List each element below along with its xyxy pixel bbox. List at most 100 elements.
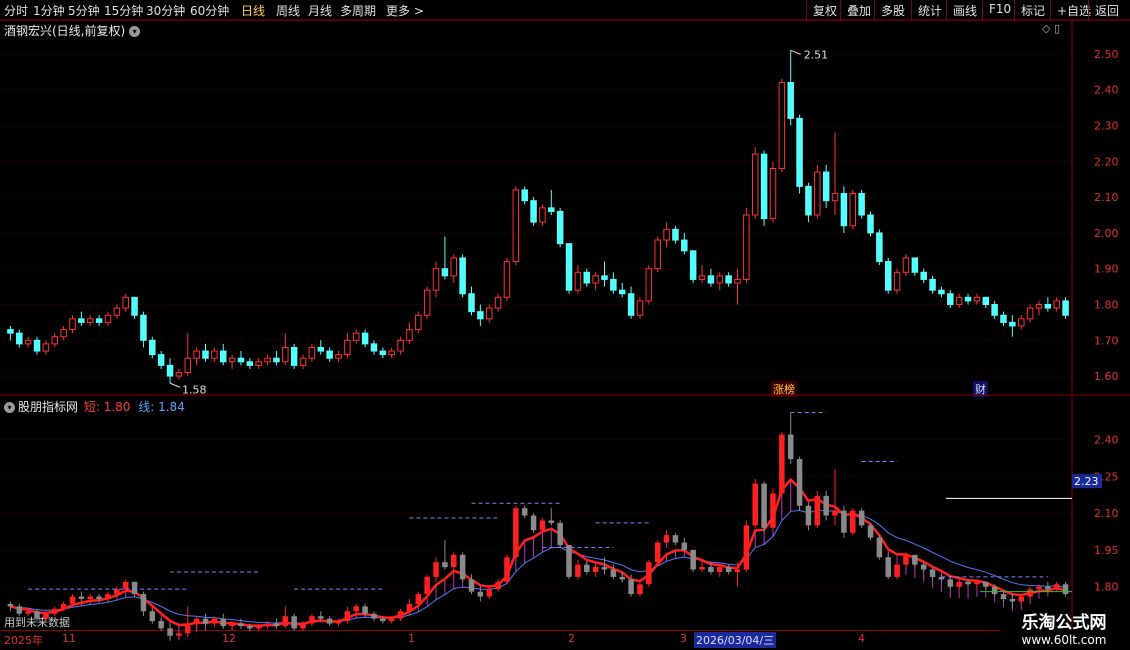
ind-candle-body (238, 623, 244, 626)
candle-body (689, 250, 697, 280)
ind-candle-body (264, 623, 271, 626)
ind-candle-body (78, 596, 85, 599)
candle-body (388, 350, 395, 356)
ind-candle-body (486, 589, 492, 597)
candle-body (1035, 304, 1043, 309)
candle-body (42, 343, 50, 352)
candle-body (95, 318, 103, 323)
candle-body (636, 300, 644, 316)
ind-candle-body (743, 525, 750, 570)
candle-body (264, 357, 271, 363)
candle-body (760, 153, 768, 220)
ind-candle-body (991, 586, 998, 595)
ind-candle-body (344, 611, 351, 622)
candle-body (352, 332, 360, 341)
ind-candle-body (761, 483, 767, 528)
candle-body (282, 346, 289, 363)
candle-body (627, 293, 635, 316)
candle-body (308, 346, 316, 359)
ind-candle-body (610, 569, 617, 577)
ind-candle-body (894, 564, 900, 577)
ind-candle-body (947, 579, 954, 587)
candle-body (166, 364, 174, 377)
kline-chart[interactable]: 2.50 2.40 2.30 2.20 2.10 2.00 1.90 1.80 1.70 1.60… (0, 0, 1130, 650)
candle-body (884, 261, 892, 291)
candle-body (911, 257, 919, 273)
candle-body (175, 372, 183, 377)
candle-body (16, 332, 23, 345)
candle-body (867, 214, 874, 234)
ind-candle-body (956, 581, 962, 587)
candle-body (202, 350, 209, 359)
candle-body (743, 214, 750, 280)
ind-candle-body (929, 569, 936, 577)
ind-candle-body (397, 611, 404, 619)
candle-body (601, 275, 608, 280)
ind-candle-body (566, 545, 572, 577)
candle-body (317, 346, 325, 352)
ind-candle-body (539, 520, 546, 531)
ind-candle-body (584, 564, 590, 572)
y-tick-label: 1.60 (1094, 370, 1119, 383)
ind-candle-body (717, 567, 723, 572)
candle-body (858, 193, 865, 216)
ind-candle-body (406, 603, 413, 612)
ind-candle-body (442, 562, 448, 568)
low-label: 1.58 (182, 383, 207, 396)
ind-candle-body (841, 510, 847, 533)
line-series (10, 509, 1066, 624)
candle-body (618, 289, 626, 295)
ind-candle-body (850, 510, 856, 533)
candle-body (33, 339, 41, 352)
candle-body (468, 293, 475, 313)
ind-candle-body (974, 581, 980, 585)
candle-body (681, 239, 688, 252)
candle-body (432, 268, 440, 291)
candle-body (361, 332, 369, 345)
ind-candle-body (699, 567, 705, 570)
ind-candle-body (25, 611, 31, 614)
candle-body (246, 361, 254, 366)
ind-candle-body (823, 495, 829, 516)
ind-candle-body (371, 613, 377, 619)
ind-candle-body (415, 594, 422, 604)
ind-candle-body (1036, 586, 1042, 590)
ind-candle-body (557, 522, 563, 545)
candle-body (1000, 314, 1007, 323)
short-series (10, 477, 1066, 627)
ind-candle-body (87, 596, 93, 599)
y-tick-label: 2.10 (1094, 191, 1119, 204)
candle-body (902, 257, 910, 273)
candle-body (104, 314, 112, 323)
candle-body (51, 336, 59, 345)
candle-body (1009, 321, 1016, 327)
y-tick-label: 2.30 (1094, 120, 1119, 133)
ind-candle-body (601, 567, 608, 570)
ind-candle-body (211, 618, 218, 624)
candle-body (583, 271, 591, 284)
ind-candle-body (814, 495, 821, 526)
ind-candle-body (513, 508, 519, 558)
y-tick-label: 1.90 (1094, 263, 1119, 276)
candle-body (831, 193, 839, 202)
candle-body (672, 228, 679, 241)
candle-body (78, 318, 85, 323)
y-tick-label: 1.95 (1094, 544, 1119, 557)
candle-body (459, 257, 466, 295)
candle-body (1017, 318, 1025, 327)
ind-candle-body (681, 542, 688, 550)
candle-body (938, 289, 945, 295)
ind-candle-body (885, 557, 891, 577)
candle-body (423, 289, 431, 316)
candle-body (255, 361, 262, 366)
candle-body (787, 82, 794, 119)
ind-candle-body (255, 626, 262, 629)
candle-body (893, 271, 901, 291)
ind-candle-body (628, 579, 634, 595)
ind-candle-body (965, 581, 971, 585)
candle-body (840, 193, 848, 227)
candle-body (645, 268, 653, 302)
y-tick-label: 1.80 (1094, 581, 1119, 594)
ind-candle-body (247, 626, 253, 629)
ind-candle-body (770, 493, 776, 528)
